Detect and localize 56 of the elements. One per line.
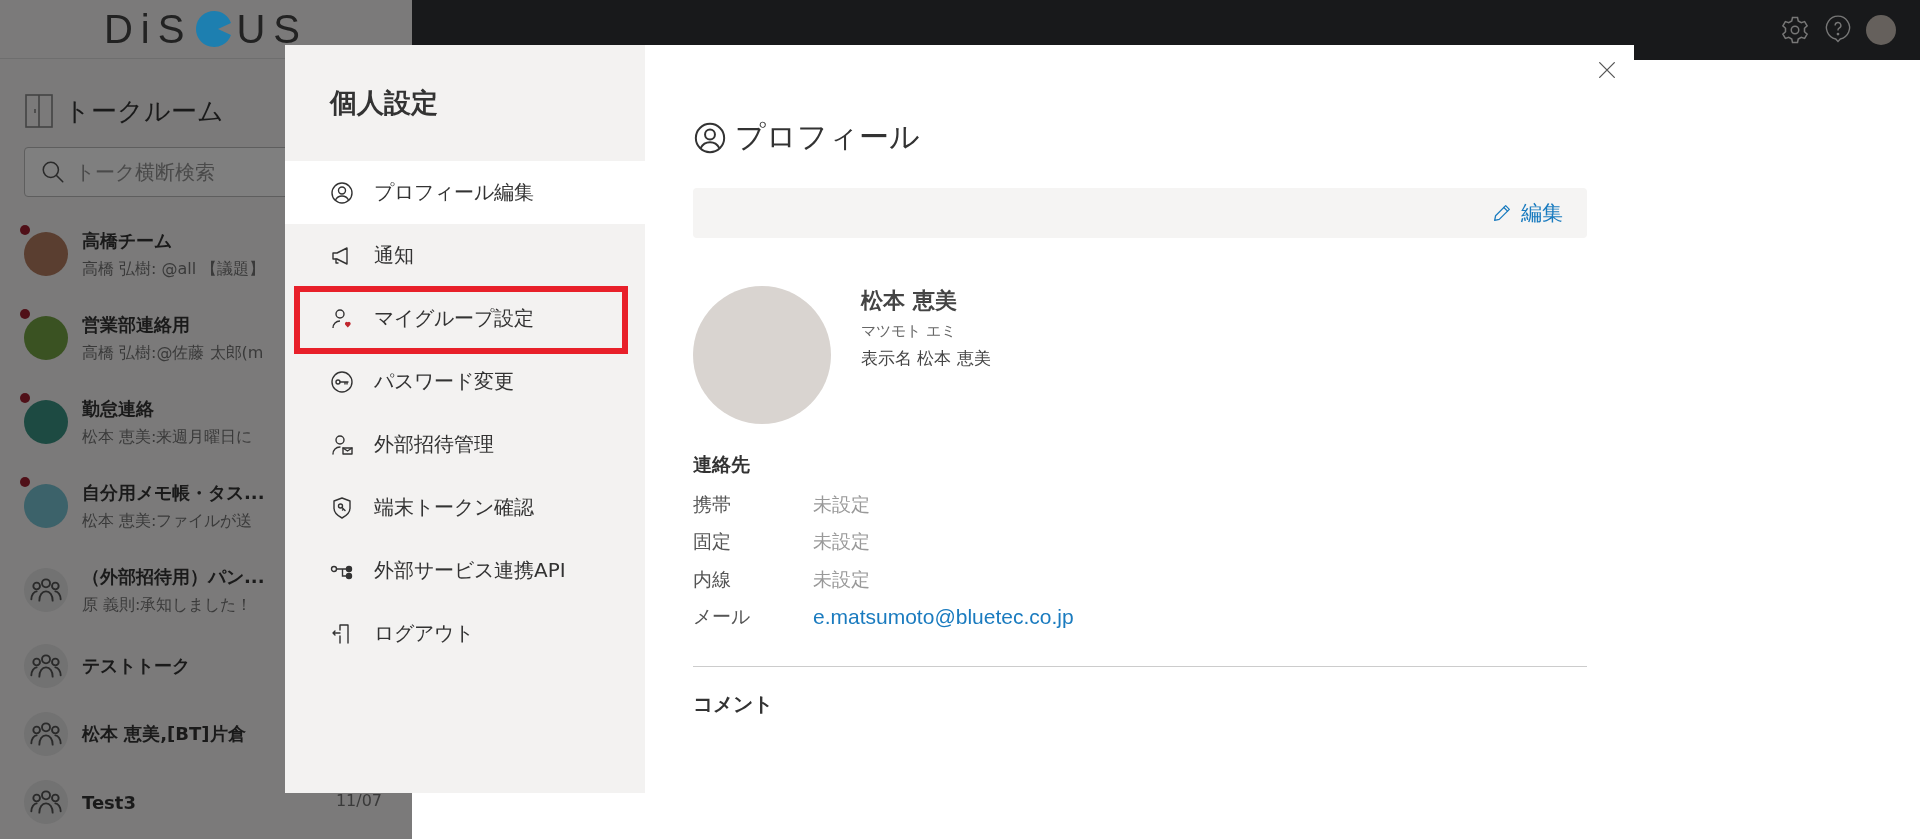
talk-name: （外部招待用）パン...	[82, 564, 265, 589]
menu-item[interactable]: 通知	[285, 224, 645, 287]
talk-name: Test3	[82, 791, 136, 813]
settings-icon[interactable]	[1780, 15, 1810, 45]
menu-item[interactable]: 外部サービス連携API	[285, 539, 645, 602]
menu-item[interactable]: 外部招待管理	[285, 413, 645, 476]
talk-preview: 高橋 弘樹: @all 【議題】	[82, 258, 266, 280]
contact-label: 内線	[693, 566, 732, 592]
help-icon[interactable]	[1824, 15, 1852, 45]
menu-item[interactable]: ログアウト	[285, 602, 645, 665]
sidebar-title: トークルーム	[64, 94, 224, 128]
menu-item[interactable]: プロフィール編集	[285, 161, 645, 224]
logo-text: US	[236, 6, 308, 52]
user-name: 松本 恵美	[861, 287, 958, 315]
shield-key-icon	[330, 495, 354, 520]
user-circle-icon	[693, 120, 727, 155]
talk-name: 営業部連絡用	[82, 312, 190, 337]
close-icon	[1596, 59, 1618, 81]
talk-preview: 原 義則:承知しました！	[82, 594, 253, 616]
contact-label: 固定	[693, 529, 732, 555]
logo-text: DiS	[104, 6, 193, 52]
contact-label: 携帯	[693, 491, 732, 517]
talk-item[interactable]: Test3 11/07	[24, 773, 412, 831]
menu-item[interactable]: パスワード変更	[285, 350, 645, 413]
user-mail-icon	[330, 432, 354, 457]
edit-button[interactable]: 編集	[1485, 198, 1569, 228]
dialog-title: 個人設定	[328, 86, 439, 120]
comment-heading: コメント	[693, 691, 774, 718]
user-heart-icon	[330, 306, 354, 331]
pencil-icon	[1491, 202, 1513, 224]
user-circle-icon	[330, 180, 354, 205]
section-title: プロフィール	[735, 118, 920, 156]
user-kana: マツモト エミ	[861, 322, 957, 341]
menu-item[interactable]: 端末トークン確認	[285, 476, 645, 539]
talk-preview: 高橋 弘樹:@佐藤 太郎(m	[82, 342, 264, 364]
contact-value: 未設定	[813, 567, 870, 590]
talk-name: 勤怠連絡	[82, 396, 154, 421]
contact-value: 未設定	[813, 530, 870, 553]
talk-preview: 松本 恵美:来週月曜日に	[82, 426, 253, 448]
talk-name: テストトーク	[82, 654, 190, 678]
contact-label: メール	[693, 604, 751, 630]
talk-preview: 松本 恵美:ファイルが送	[82, 510, 253, 532]
menu-item[interactable]: マイグループ設定	[285, 287, 645, 350]
talk-item[interactable]: 松本 恵美,[BT]片倉	[24, 705, 412, 763]
door-icon	[24, 93, 54, 129]
user-avatar[interactable]	[1866, 15, 1896, 45]
talk-name: 自分用メモ帳・タス...	[82, 480, 265, 505]
key-circle-icon	[330, 369, 354, 394]
search-icon	[40, 159, 66, 185]
talk-name: 高橋チーム	[82, 228, 172, 253]
talk-name: 松本 恵美,[BT]片倉	[82, 722, 246, 746]
contact-heading: 連絡先	[693, 452, 751, 477]
email-link[interactable]: e.matsumoto@bluetec.co.jp	[813, 605, 1074, 629]
talk-date: 11/07	[335, 791, 382, 810]
contact-value: 未設定	[813, 492, 870, 515]
display-name: 表示名 松本 恵美	[861, 347, 991, 370]
